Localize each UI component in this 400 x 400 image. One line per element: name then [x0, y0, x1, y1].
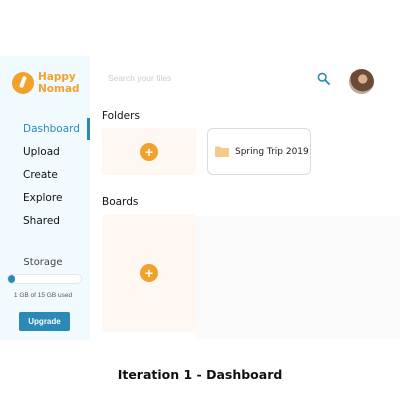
folders-title: Folders [102, 110, 140, 122]
caption: Iteration 1 - Dashboard [117, 367, 283, 382]
storage-label: Storage [23, 257, 63, 268]
avatar[interactable] [349, 69, 374, 94]
nav-item-explore[interactable]: Explore [23, 192, 62, 204]
upgrade-button[interactable]: Upgrade [19, 312, 70, 331]
add-folder-card[interactable]: + [102, 128, 196, 175]
brand-line-2: Nomad [38, 83, 80, 95]
folder-icon [215, 146, 229, 157]
add-icon: + [140, 143, 158, 161]
boards-area [196, 216, 400, 339]
nav-item-dashboard[interactable]: Dashboard [23, 123, 80, 135]
nav-item-shared[interactable]: Shared [23, 215, 60, 227]
search-input[interactable]: Search your files [108, 73, 171, 83]
logo-icon [12, 72, 34, 94]
add-board-card[interactable]: + [102, 214, 196, 332]
folder-item[interactable]: Spring Trip 2019 [207, 128, 311, 175]
boards-title: Boards [102, 196, 139, 208]
active-nav-indicator [87, 118, 90, 140]
brand-line-1: Happy [38, 71, 76, 83]
add-icon: + [140, 264, 158, 282]
nav-item-create[interactable]: Create [23, 169, 58, 181]
brand-name: Happy Nomad [38, 71, 92, 95]
folder-name: Spring Trip 2019 [235, 146, 309, 157]
storage-used-text: 1 GB of 15 GB used [13, 292, 73, 299]
storage-progress-bar [7, 274, 82, 284]
logo[interactable]: Happy Nomad [12, 71, 92, 95]
storage-progress-fill [8, 275, 16, 283]
nav-item-upload[interactable]: Upload [23, 146, 60, 158]
search-icon[interactable] [317, 72, 330, 85]
sidebar: Happy Nomad Dashboard Upload Create Expl… [0, 56, 90, 340]
